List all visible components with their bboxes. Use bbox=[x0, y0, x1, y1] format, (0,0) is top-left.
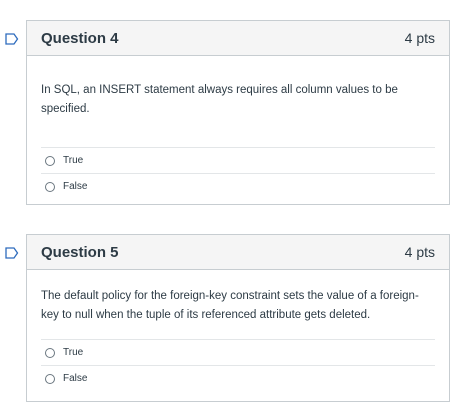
question-4: Question 4 4 pts In SQL, an INSERT state… bbox=[0, 20, 474, 205]
answer-option-true[interactable]: True bbox=[41, 147, 435, 173]
bookmark-flag-icon[interactable] bbox=[5, 33, 19, 45]
question-card: Question 4 4 pts In SQL, an INSERT state… bbox=[26, 20, 450, 205]
question-title: Question 4 bbox=[41, 29, 119, 47]
question-5: Question 5 4 pts The default policy for … bbox=[0, 234, 474, 402]
radio-button[interactable] bbox=[45, 181, 55, 192]
question-text: In SQL, an INSERT statement always requi… bbox=[41, 84, 398, 115]
answer-list: True False bbox=[41, 147, 435, 199]
question-card: Question 5 4 pts The default policy for … bbox=[26, 234, 450, 402]
radio-button[interactable] bbox=[45, 373, 55, 384]
question-header: Question 4 4 pts bbox=[27, 21, 449, 56]
question-points: 4 pts bbox=[404, 30, 435, 46]
question-title: Question 5 bbox=[41, 243, 119, 261]
answer-label[interactable]: True bbox=[63, 347, 83, 358]
radio-button[interactable] bbox=[45, 155, 55, 166]
answer-option-false[interactable]: False bbox=[41, 365, 435, 391]
answer-label[interactable]: True bbox=[63, 155, 83, 166]
answer-label[interactable]: False bbox=[63, 181, 87, 192]
question-points: 4 pts bbox=[404, 244, 435, 260]
answer-label[interactable]: False bbox=[63, 373, 87, 384]
question-header: Question 5 4 pts bbox=[27, 235, 449, 270]
radio-button[interactable] bbox=[45, 347, 55, 358]
answer-list: True False bbox=[41, 339, 435, 391]
question-text: The default policy for the foreign-key c… bbox=[41, 290, 419, 321]
answer-option-false[interactable]: False bbox=[41, 173, 435, 199]
answer-option-true[interactable]: True bbox=[41, 339, 435, 365]
bookmark-flag-icon[interactable] bbox=[5, 247, 19, 259]
